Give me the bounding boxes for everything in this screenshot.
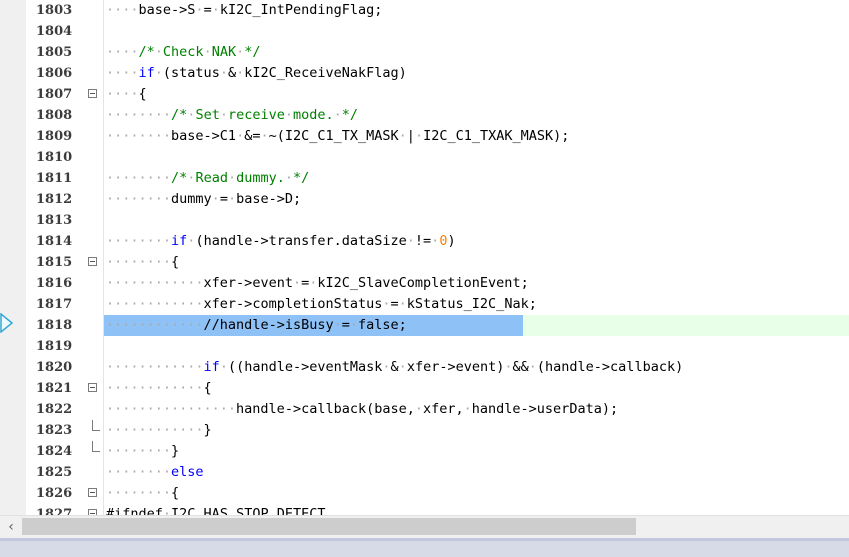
code-text: ········/*·Read·dummy.·*/ [106, 170, 310, 186]
fold-collapse-icon[interactable] [84, 252, 102, 273]
code-line[interactable]: 1813 [0, 210, 849, 231]
fold-end-icon [84, 441, 102, 462]
line-number: 1825 [36, 465, 73, 480]
bottom-panel-edge [0, 538, 849, 557]
line-number: 1813 [36, 213, 73, 228]
code-text: ················handle->callback(base,·x… [106, 401, 619, 417]
code-line[interactable]: 1814 ········if·(handle->transfer.dataSiz… [0, 231, 849, 252]
line-number: 1816 [36, 276, 73, 291]
line-number: 1814 [36, 234, 73, 249]
line-number: 1827 [36, 507, 73, 515]
line-number: 1821 [36, 381, 73, 396]
code-line[interactable]: 1809 ········base->C1·&=·~(I2C_C1_TX_MASK… [0, 126, 849, 147]
chevron-left-icon[interactable]: ‹ [4, 518, 18, 536]
code-text: ····if·(status·&·kI2C_ReceiveNakFlag) [106, 65, 407, 81]
fold-end-icon [84, 420, 102, 441]
code-text: ············if·((handle->eventMask·&·xfe… [106, 359, 684, 375]
code-editor[interactable]: 1803 ····base->S·=·kI2C_IntPendingFlag; 18… [0, 0, 849, 515]
line-number: 1818 [36, 318, 73, 333]
code-line[interactable]: 1810 [0, 147, 849, 168]
line-number: 1820 [36, 360, 73, 375]
code-text: ········/*·Set·receive·mode.·*/ [106, 107, 359, 123]
code-text: ············{ [106, 380, 212, 396]
code-line[interactable]: 1817 ············xfer->completionStatus·=… [0, 294, 849, 315]
code-text: ········dummy·=·base->D; [106, 191, 302, 207]
code-line[interactable]: 1824 ········} [0, 441, 849, 462]
line-number: 1822 [36, 402, 73, 417]
line-number: 1806 [36, 66, 73, 81]
line-number: 1824 [36, 444, 73, 459]
line-number: 1810 [36, 150, 73, 165]
line-number: 1804 [36, 24, 73, 39]
line-number: 1819 [36, 339, 73, 354]
code-line[interactable]: 1822 ················handle->callback(bas… [0, 399, 849, 420]
horizontal-scrollbar[interactable]: ‹ [0, 515, 849, 538]
line-number: 1805 [36, 45, 73, 60]
code-text: ········{ [106, 254, 180, 270]
code-text: ········} [106, 443, 180, 459]
code-line[interactable]: 1806 ····if·(status·&·kI2C_ReceiveNakFlag… [0, 63, 849, 84]
code-text: ····{ [106, 86, 147, 102]
line-number: 1808 [36, 108, 73, 123]
line-number: 1823 [36, 423, 73, 438]
code-line[interactable]: 1803 ····base->S·=·kI2C_IntPendingFlag; [0, 0, 849, 21]
code-line[interactable]: 1820 ············if·((handle->eventMask·&… [0, 357, 849, 378]
code-line[interactable]: 1818 ············//handle->isBusy·=·false… [0, 315, 849, 336]
line-number: 1809 [36, 129, 73, 144]
fold-collapse-icon[interactable] [84, 84, 102, 105]
code-text: ············xfer->event·=·kI2C_SlaveComp… [106, 275, 529, 291]
line-number: 1815 [36, 255, 73, 270]
code-line[interactable]: 1826 ········{ [0, 483, 849, 504]
code-line[interactable]: 1825 ········else [0, 462, 849, 483]
code-line[interactable]: 1827 #ifndef·I2C_HAS_STOP_DETECT [0, 504, 849, 515]
code-text: ············xfer->completionStatus·=·kSt… [106, 296, 537, 312]
code-line[interactable]: 1804 [0, 21, 849, 42]
line-number: 1803 [36, 3, 73, 18]
line-number: 1811 [36, 171, 73, 186]
line-number: 1826 [36, 486, 73, 501]
code-text: ········if·(handle->transfer.dataSize·!=… [106, 233, 456, 249]
fold-collapse-icon[interactable] [84, 378, 102, 399]
scrollbar-thumb[interactable] [22, 518, 636, 535]
arrow-right-icon [0, 313, 14, 333]
code-line[interactable]: 1816 ············xfer->event·=·kI2C_Slave… [0, 273, 849, 294]
code-text: #ifndef·I2C_HAS_STOP_DETECT [106, 506, 326, 515]
code-text: ············} [106, 422, 212, 438]
code-text: ········base->C1·&=·~(I2C_C1_TX_MASK·|·I… [106, 128, 570, 144]
code-text: ········{ [106, 485, 180, 501]
fold-collapse-icon[interactable] [84, 504, 102, 515]
code-line[interactable]: 1815 ········{ [0, 252, 849, 273]
code-line[interactable]: 1823 ············} [0, 420, 849, 441]
code-line[interactable]: 1819 [0, 336, 849, 357]
code-line[interactable]: 1807 ····{ [0, 84, 849, 105]
code-line[interactable]: 1811 ········/*·Read·dummy.·*/ [0, 168, 849, 189]
line-number: 1812 [36, 192, 73, 207]
code-line[interactable]: 1812 ········dummy·=·base->D; [0, 189, 849, 210]
code-text: ········else [106, 464, 204, 480]
code-line[interactable]: 1805 ····/*·Check·NAK·*/ [0, 42, 849, 63]
line-number: 1807 [36, 87, 73, 102]
fold-collapse-icon[interactable] [84, 483, 102, 504]
code-line[interactable]: 1808 ········/*·Set·receive·mode.·*/ [0, 105, 849, 126]
code-line[interactable]: 1821 ············{ [0, 378, 849, 399]
line-number: 1817 [36, 297, 73, 312]
code-text: ············//handle->isBusy·=·false; [106, 317, 407, 333]
code-text: ····base->S·=·kI2C_IntPendingFlag; [106, 2, 383, 18]
code-text: ····/*·Check·NAK·*/ [106, 44, 261, 60]
